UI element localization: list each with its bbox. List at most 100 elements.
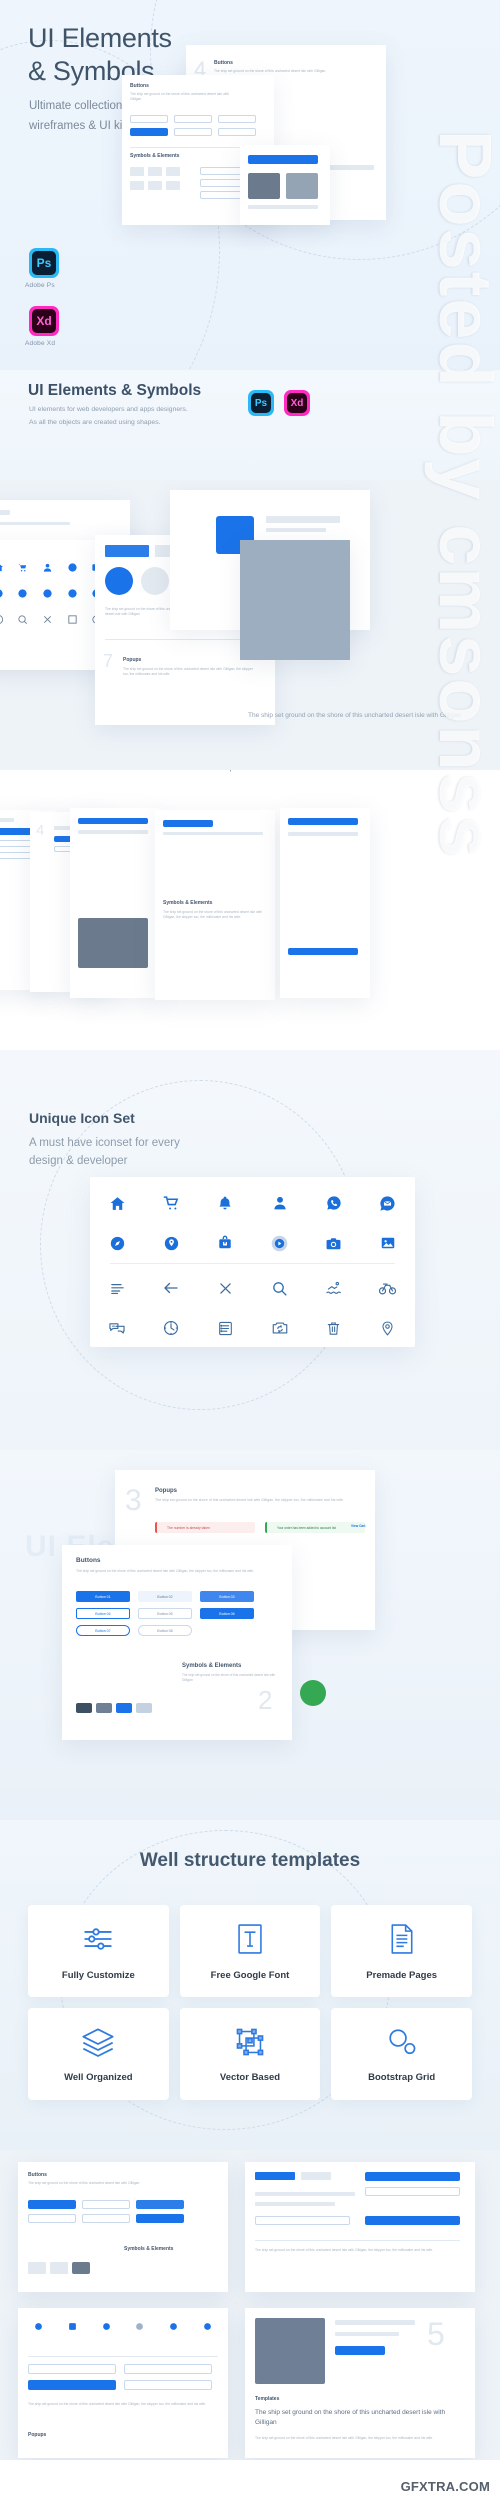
clock-icon[interactable] xyxy=(144,1308,198,1348)
bm1-title: Buttons xyxy=(28,2172,47,2178)
grid-circles-icon xyxy=(385,2026,419,2063)
buttons-text: The ship set ground on the shore of this… xyxy=(76,1569,255,1573)
bm4-lead: The ship set ground on the shore of this… xyxy=(255,2409,446,2427)
mock-text: The ship set ground on the shore of this… xyxy=(214,69,326,73)
symbols-number: 2 xyxy=(258,1685,273,1715)
bottom-mock-2: The ship set ground on the shore of this… xyxy=(245,2162,475,2292)
user-icon[interactable] xyxy=(253,1183,307,1223)
footer-brand: GFXTRA.COM xyxy=(400,2479,490,2494)
bicycle-icon[interactable] xyxy=(361,1268,415,1308)
demo-button-6[interactable]: Button 06 xyxy=(200,1608,254,1619)
icon-grid-outline xyxy=(90,1264,415,1348)
menu-icon[interactable] xyxy=(90,1268,144,1308)
thumb-3 xyxy=(70,808,160,998)
adobe-ps-glyph: Ps xyxy=(32,251,56,275)
demo-button-1[interactable]: Button 01 xyxy=(76,1591,130,1602)
bottom-mock-1: Buttons The ship set ground on the shore… xyxy=(18,2162,228,2292)
card-label: Premade Pages xyxy=(366,1969,438,1981)
vector-nodes-icon xyxy=(233,2026,267,2063)
adobe-ps-glyph-2: Ps xyxy=(251,393,271,413)
whatsapp-icon[interactable] xyxy=(307,1183,361,1223)
trash-icon[interactable] xyxy=(307,1308,361,1348)
chat-icon[interactable] xyxy=(90,1308,144,1348)
adobe-xd-badge: Xd xyxy=(29,306,59,336)
buttons-title: Buttons xyxy=(76,1557,101,1564)
icon-set-section: Unique Icon Set A must have iconset for … xyxy=(0,1050,500,1450)
adobe-xd-glyph-2: Xd xyxy=(287,393,307,413)
alert-success: Your order has been added to account lis… xyxy=(265,1522,365,1533)
card-premade-pages[interactable]: Premade Pages xyxy=(331,1905,472,1997)
demo-button-4[interactable]: Button 04 xyxy=(76,1608,130,1619)
location-pin-icon[interactable] xyxy=(144,1223,198,1263)
section-subtitle: UI elements for web developers and apps … xyxy=(29,406,188,426)
image-icon[interactable] xyxy=(361,1223,415,1263)
card-vector-based[interactable]: Vector Based xyxy=(179,2008,321,2100)
demo-button-7[interactable]: Button 07 xyxy=(76,1625,130,1636)
typography-icon xyxy=(235,1922,265,1961)
section-header-ui-elements: UI Elements & Symbols UI elements for we… xyxy=(0,370,500,480)
mock-title: Buttons xyxy=(214,60,233,66)
unique-sections-line2: multiple variations xyxy=(206,770,294,772)
play-icon[interactable] xyxy=(253,1223,307,1263)
templates-heading: Well structure templates xyxy=(139,1850,361,1871)
mock-card-hero-3 xyxy=(240,145,330,225)
compass-icon[interactable] xyxy=(90,1223,144,1263)
close-icon[interactable] xyxy=(198,1268,252,1308)
showcase-band-3: Buttons The ship set ground on the shore… xyxy=(0,2150,500,2460)
search-icon[interactable] xyxy=(253,1268,307,1308)
backpack-icon[interactable] xyxy=(198,1223,252,1263)
sliders-icon xyxy=(81,1922,115,1961)
cart-icon[interactable] xyxy=(144,1183,198,1223)
symbols-title: Symbols & Elements xyxy=(182,1663,242,1669)
bm2-text: The ship set ground on the shore of this… xyxy=(255,2248,434,2252)
card-fully-customize[interactable]: Fully Customize xyxy=(28,1905,169,1997)
layers-icon xyxy=(80,2026,116,2063)
bm3-text: The ship set ground on the shore of this… xyxy=(28,2402,207,2406)
footer: GFXTRA.COM xyxy=(0,2460,500,2500)
icon-set-panel xyxy=(90,1177,415,1347)
adobe-ps-label: Adobe Ps xyxy=(25,282,55,289)
icon-grid-filled xyxy=(90,1177,415,1263)
mock-text-2: The ship set ground on the shore of this… xyxy=(130,92,230,102)
card-label: Fully Customize xyxy=(61,1969,135,1981)
card-well-organized[interactable]: Well Organized xyxy=(28,2008,169,2100)
bm1-text: The ship set ground on the shore of this… xyxy=(28,2181,140,2185)
home-icon[interactable] xyxy=(90,1183,144,1223)
adobe-ps-badge: Ps xyxy=(29,248,59,278)
adobe-xd-label: Adobe Xd xyxy=(25,340,56,347)
demo-button-8[interactable]: Button 08 xyxy=(138,1625,192,1636)
floating-green-dot xyxy=(300,1680,326,1706)
arrow-left-icon[interactable] xyxy=(144,1268,198,1308)
mock-buttons-card: Buttons The ship set ground on the shore… xyxy=(62,1545,292,1740)
demo-button-3[interactable]: Button 03 xyxy=(200,1591,254,1602)
demo-button-5[interactable]: Button 05 xyxy=(138,1608,192,1619)
demo-button-2[interactable]: Button 02 xyxy=(138,1591,192,1602)
message-icon[interactable] xyxy=(361,1183,415,1223)
templates-section: Well structure templates Fully Customize xyxy=(0,1820,500,2150)
list-icon[interactable] xyxy=(198,1308,252,1348)
icon-set-title: Unique Icon Set xyxy=(29,1110,135,1126)
mock-text-s3b: The ship set ground on the shore of this… xyxy=(123,667,253,677)
popups-text: The ship set ground on the shore of this… xyxy=(155,1498,344,1502)
unique-sections-band: 7 Unique sections with the most useful m… xyxy=(0,770,500,1050)
card-label: Vector Based xyxy=(219,2071,281,2083)
swimmer-icon[interactable] xyxy=(307,1268,361,1308)
card-free-google-font[interactable]: Free Google Font xyxy=(179,1905,321,1997)
camera-icon[interactable] xyxy=(307,1223,361,1263)
product-preview-page: UI Elements & Symbols Ultimate collectio… xyxy=(0,0,500,2500)
thumb-4: Symbols & Elements The ship set ground o… xyxy=(155,810,275,1000)
bm3-title: Popups xyxy=(28,2432,47,2438)
card-bootstrap-grid[interactable]: Bootstrap Grid xyxy=(331,2008,472,2100)
mock-title-3: Symbols & Elements xyxy=(130,153,180,159)
thumb-4-title: Symbols & Elements xyxy=(163,900,213,906)
mock-title-s3: Popups xyxy=(123,657,142,663)
location-outline-icon[interactable] xyxy=(361,1308,415,1348)
bell-icon[interactable] xyxy=(198,1183,252,1223)
camera-rotate-icon[interactable] xyxy=(253,1308,307,1348)
thumb-5 xyxy=(280,808,370,998)
bm4-number: 5 xyxy=(427,2316,445,2352)
bottom-mock-4: 5 Templates The ship set ground on the s… xyxy=(245,2308,475,2458)
alert-link[interactable]: View Cart xyxy=(351,1524,365,1528)
showcase-band-2: UI Elements 3 Popups The ship set ground… xyxy=(0,1450,500,1820)
document-icon xyxy=(387,1922,417,1961)
